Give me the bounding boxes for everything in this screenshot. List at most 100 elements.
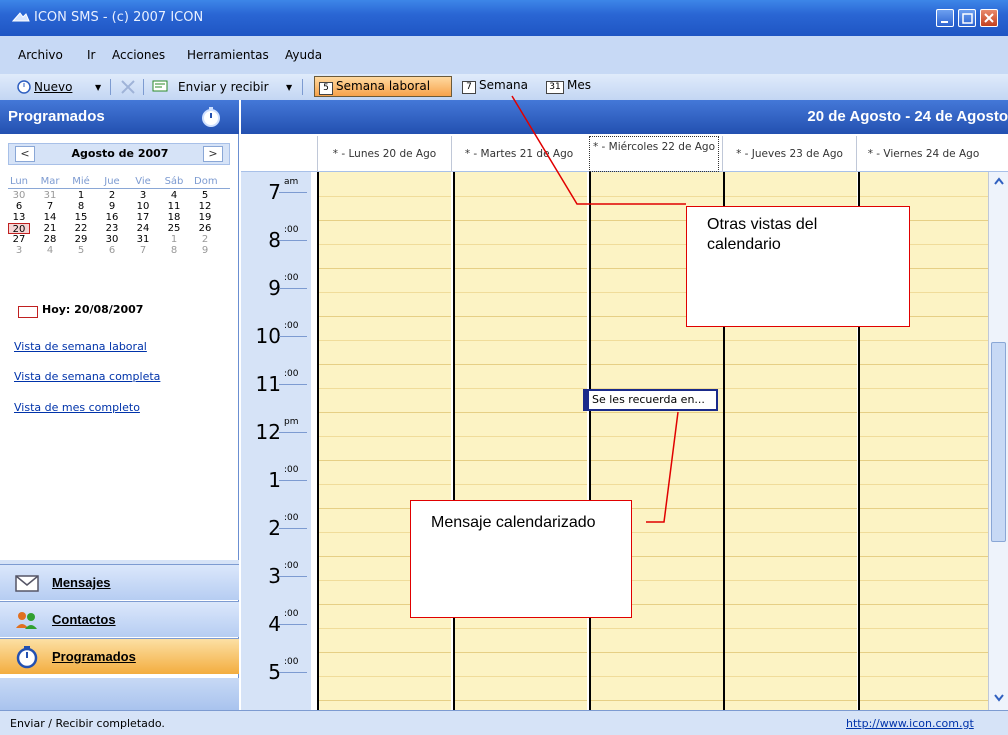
mini-calendar-day[interactable]: 4 [163,190,185,201]
next-month-button[interactable]: > [203,146,223,162]
mini-calendar-day[interactable]: 7 [39,201,61,212]
mini-calendar-day[interactable]: 25 [163,223,185,234]
mini-calendar-day[interactable]: 19 [194,212,216,223]
mini-calendar-day[interactable]: 28 [39,234,61,245]
mini-calendar-day[interactable]: 9 [101,201,123,212]
mini-calendar-day[interactable]: 14 [39,212,61,223]
time-slot-line [319,316,451,317]
hour-suffix: pm [284,417,299,427]
nav-button-programados[interactable]: Programados [0,638,239,674]
day-header-tuesday[interactable]: * - Martes 21 de Ago [451,136,586,172]
mini-calendar-day[interactable]: 20 [8,223,30,235]
view-workweek-button[interactable]: 5 Semana laboral [314,76,452,97]
time-slot-line [455,652,587,653]
mini-calendar-day[interactable]: 31 [132,234,154,245]
mini-calendar-day[interactable]: 9 [194,245,216,256]
view-month-button[interactable]: 31 Mes [542,76,602,97]
mini-calendar-day[interactable]: 8 [70,201,92,212]
hour-divider [279,624,307,625]
scroll-up-icon[interactable] [993,176,1005,186]
day-header-thursday[interactable]: * - Jueves 23 de Ago [722,136,856,172]
mini-calendar-day[interactable]: 16 [101,212,123,223]
delete-icon[interactable] [120,79,136,95]
mini-calendar-day[interactable]: 27 [8,234,30,245]
calendar-31-icon: 31 [546,81,564,94]
time-slot-line [319,412,451,413]
menu-archivo[interactable]: Archivo [18,48,63,62]
time-slot-line [860,340,988,341]
mini-calendar-day[interactable]: 5 [70,245,92,256]
close-button[interactable] [980,9,998,27]
mini-calendar-day[interactable]: 29 [70,234,92,245]
time-slot-line [319,388,451,389]
mini-calendar-day[interactable]: 18 [163,212,185,223]
day-column-tuesday[interactable] [453,172,587,710]
day-headers: * - Lunes 20 de Ago * - Martes 21 de Ago… [241,136,1008,172]
mini-calendar-day[interactable]: 13 [8,212,30,223]
view-week-button[interactable]: 7 Semana [458,76,540,97]
nav-button-contactos[interactable]: Contactos [0,601,239,637]
contacts-icon [16,612,37,629]
menu-acciones[interactable]: Acciones [112,48,165,62]
mini-calendar-day[interactable]: 2 [101,190,123,201]
day-header-friday[interactable]: * - Viernes 24 de Ago [856,136,990,172]
hour-label: 3 [268,564,281,588]
send-receive-dropdown-icon[interactable]: ▼ [286,83,292,92]
mini-calendar-day[interactable]: 1 [70,190,92,201]
send-receive-button[interactable]: Enviar y recibir [178,80,269,94]
time-slot-line [725,508,857,509]
callout-other-views: Otras vistas del calendario [686,206,910,327]
mini-calendar-day[interactable]: 5 [194,190,216,201]
calendar-range-header: 20 de Agosto - 24 de Agosto [241,100,1008,134]
menu-ayuda[interactable]: Ayuda [285,48,322,62]
mini-calendar-day[interactable]: 21 [39,223,61,234]
link-workweek-view[interactable]: Vista de semana laboral [14,340,147,353]
mini-calendar-day[interactable]: 26 [194,223,216,234]
mini-calendar-day[interactable]: 2 [194,234,216,245]
mini-calendar-day[interactable]: 30 [101,234,123,245]
mini-calendar-day[interactable]: 30 [8,190,30,201]
time-slot-line [591,436,723,437]
mini-calendar-day[interactable]: 6 [8,201,30,212]
time-slot-line [455,316,587,317]
mini-calendar-day[interactable]: 31 [39,190,61,201]
mini-calendar-day[interactable]: 3 [8,245,30,256]
mini-calendar-day[interactable]: 11 [163,201,185,212]
mini-calendar-day[interactable]: 3 [132,190,154,201]
day-header-wednesday[interactable]: * - Miércoles 22 de Ago [589,136,719,172]
mini-calendar-day[interactable]: 10 [132,201,154,212]
today-label[interactable]: Hoy: 20/08/2007 [42,303,143,316]
day-header-monday[interactable]: * - Lunes 20 de Ago [317,136,451,172]
mini-calendar-day[interactable]: 7 [132,245,154,256]
time-slot-line [860,580,988,581]
mini-calendar-day[interactable]: 24 [132,223,154,234]
menu-herramientas[interactable]: Herramientas [187,48,269,62]
maximize-button[interactable] [958,9,976,27]
link-full-week-view[interactable]: Vista de semana completa [14,370,160,383]
mini-calendar-day[interactable]: 12 [194,201,216,212]
menu-ir[interactable]: Ir [87,48,95,62]
link-full-month-view[interactable]: Vista de mes completo [14,401,140,414]
new-button[interactable]: Nuevo [34,80,72,94]
mini-calendar-day[interactable]: 22 [70,223,92,234]
website-link[interactable]: http://www.icon.com.gt [846,717,974,730]
mini-calendar-day[interactable]: 15 [70,212,92,223]
mini-calendar-day[interactable]: 8 [163,245,185,256]
mini-calendar-day[interactable]: 17 [132,212,154,223]
calendar-event[interactable]: Se les recuerda en... [583,389,718,411]
mini-calendar-day[interactable]: 4 [39,245,61,256]
vertical-scrollbar[interactable] [988,172,1008,710]
mini-calendar-day[interactable]: 6 [101,245,123,256]
minimize-button[interactable] [936,9,954,27]
time-slot-line [860,556,988,557]
calendar-5-icon: 5 [319,82,333,95]
scroll-down-icon[interactable] [993,692,1005,702]
new-dropdown-icon[interactable]: ▼ [95,83,101,92]
day-column-monday[interactable] [317,172,451,710]
time-slot-line [860,196,988,197]
mini-calendar-day[interactable]: 1 [163,234,185,245]
mini-calendar-day[interactable]: 23 [101,223,123,234]
scrollbar-thumb[interactable] [991,342,1006,542]
time-slot-line [860,364,988,365]
nav-button-mensajes[interactable]: Mensajes [0,564,239,600]
